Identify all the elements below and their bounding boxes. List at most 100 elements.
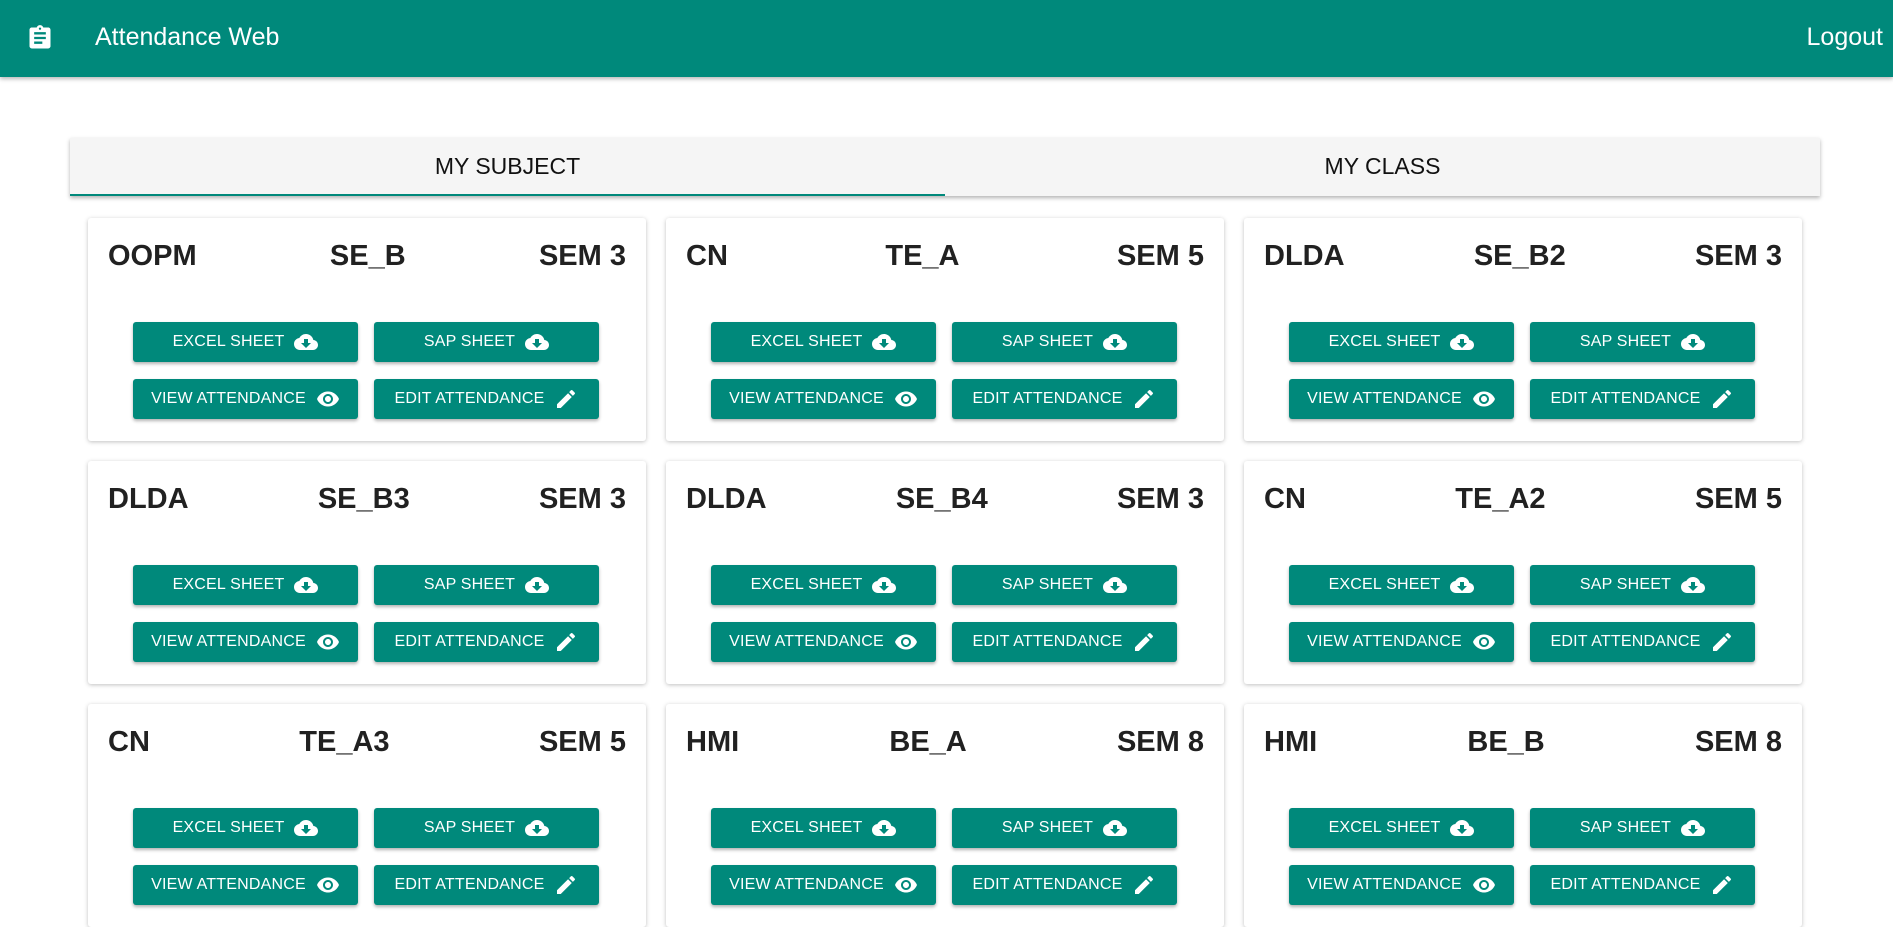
edit-attendance-button[interactable]: EDIT ATTENDANCE <box>952 865 1177 905</box>
app-bar: Attendance Web Logout <box>0 0 1893 77</box>
view-attendance-button[interactable]: VIEW ATTENDANCE <box>133 379 358 419</box>
subject-card: CN TE_A2 SEM 5 EXCEL SHEET SAP SHEET VIE… <box>1244 461 1802 684</box>
edit-attendance-button[interactable]: EDIT ATTENDANCE <box>952 622 1177 662</box>
semester: SEM 3 <box>538 483 626 515</box>
sap-sheet-button[interactable]: SAP SHEET <box>952 565 1177 605</box>
subject-card: CN TE_A3 SEM 5 EXCEL SHEET SAP SHEET VIE… <box>88 704 646 927</box>
cloud-download-icon <box>525 573 550 597</box>
view-attendance-label: VIEW ATTENDANCE <box>151 390 306 407</box>
semester: SEM 3 <box>1116 483 1204 515</box>
eye-icon <box>316 387 340 411</box>
semester: SEM 5 <box>538 726 626 758</box>
edit-attendance-button[interactable]: EDIT ATTENDANCE <box>952 379 1177 419</box>
subject-card: CN TE_A SEM 5 EXCEL SHEET SAP SHEET VIEW… <box>666 218 1224 441</box>
view-attendance-button[interactable]: VIEW ATTENDANCE <box>711 865 936 905</box>
semester: SEM 8 <box>1694 726 1782 758</box>
class-name: BE_B <box>1467 726 1545 758</box>
pencil-icon <box>1710 630 1734 654</box>
edit-attendance-label: EDIT ATTENDANCE <box>972 390 1123 407</box>
cloud-download-icon <box>872 573 897 597</box>
sap-sheet-button[interactable]: SAP SHEET <box>374 322 599 362</box>
sap-sheet-button[interactable]: SAP SHEET <box>1530 565 1755 605</box>
subject-name: DLDA <box>1264 240 1345 272</box>
sap-sheet-button[interactable]: SAP SHEET <box>952 808 1177 848</box>
view-attendance-label: VIEW ATTENDANCE <box>1307 633 1462 650</box>
card-actions: EXCEL SHEET SAP SHEET VIEW ATTENDANCE ED… <box>711 322 1177 419</box>
cloud-download-icon <box>1450 573 1475 597</box>
class-name: SE_B4 <box>895 483 988 515</box>
tab-my-class[interactable]: MY CLASS <box>945 138 1820 196</box>
excel-sheet-button[interactable]: EXCEL SHEET <box>711 808 936 848</box>
excel-sheet-button[interactable]: EXCEL SHEET <box>133 322 358 362</box>
sap-sheet-label: SAP SHEET <box>423 576 516 593</box>
excel-sheet-label: EXCEL SHEET <box>750 333 863 350</box>
edit-attendance-button[interactable]: EDIT ATTENDANCE <box>374 865 599 905</box>
excel-sheet-button[interactable]: EXCEL SHEET <box>711 322 936 362</box>
card-header: DLDA SE_B4 SEM 3 <box>686 481 1204 517</box>
sap-sheet-button[interactable]: SAP SHEET <box>1530 322 1755 362</box>
card-actions: EXCEL SHEET SAP SHEET VIEW ATTENDANCE ED… <box>711 808 1177 905</box>
view-attendance-label: VIEW ATTENDANCE <box>1307 876 1462 893</box>
view-attendance-button[interactable]: VIEW ATTENDANCE <box>1289 865 1514 905</box>
pencil-icon <box>1710 873 1734 897</box>
pencil-icon <box>1132 387 1156 411</box>
sap-sheet-label: SAP SHEET <box>1579 576 1672 593</box>
pencil-icon <box>1710 387 1734 411</box>
edit-attendance-button[interactable]: EDIT ATTENDANCE <box>1530 379 1755 419</box>
class-name: SE_B <box>329 240 406 272</box>
pencil-icon <box>1132 873 1156 897</box>
tab-bar: MY SUBJECT MY CLASS <box>70 138 1820 196</box>
class-name: SE_B3 <box>317 483 410 515</box>
excel-sheet-button[interactable]: EXCEL SHEET <box>1289 808 1514 848</box>
excel-sheet-button[interactable]: EXCEL SHEET <box>711 565 936 605</box>
semester: SEM 3 <box>538 240 626 272</box>
cloud-download-icon <box>294 330 319 354</box>
view-attendance-button[interactable]: VIEW ATTENDANCE <box>133 622 358 662</box>
view-attendance-button[interactable]: VIEW ATTENDANCE <box>711 622 936 662</box>
edit-attendance-label: EDIT ATTENDANCE <box>1550 876 1701 893</box>
subject-name: OOPM <box>108 240 197 272</box>
subject-name: HMI <box>686 726 740 758</box>
excel-sheet-label: EXCEL SHEET <box>1328 333 1441 350</box>
pencil-icon <box>1132 630 1156 654</box>
subject-card: DLDA SE_B2 SEM 3 EXCEL SHEET SAP SHEET V… <box>1244 218 1802 441</box>
edit-attendance-button[interactable]: EDIT ATTENDANCE <box>374 379 599 419</box>
cloud-download-icon <box>525 330 550 354</box>
semester: SEM 5 <box>1116 240 1204 272</box>
subject-name: CN <box>108 726 150 758</box>
view-attendance-button[interactable]: VIEW ATTENDANCE <box>133 865 358 905</box>
semester: SEM 3 <box>1694 240 1782 272</box>
card-actions: EXCEL SHEET SAP SHEET VIEW ATTENDANCE ED… <box>1289 565 1755 662</box>
cloud-download-icon <box>525 816 550 840</box>
semester: SEM 8 <box>1116 726 1204 758</box>
card-header: DLDA SE_B3 SEM 3 <box>108 481 626 517</box>
excel-sheet-button[interactable]: EXCEL SHEET <box>1289 565 1514 605</box>
tab-my-subject[interactable]: MY SUBJECT <box>70 138 945 196</box>
logout-link[interactable]: Logout <box>1807 22 1883 52</box>
subject-name: DLDA <box>108 483 189 515</box>
sap-sheet-label: SAP SHEET <box>1001 333 1094 350</box>
excel-sheet-button[interactable]: EXCEL SHEET <box>133 565 358 605</box>
view-attendance-button[interactable]: VIEW ATTENDANCE <box>711 379 936 419</box>
sap-sheet-label: SAP SHEET <box>423 819 516 836</box>
subject-name: HMI <box>1264 726 1318 758</box>
view-attendance-button[interactable]: VIEW ATTENDANCE <box>1289 622 1514 662</box>
edit-attendance-button[interactable]: EDIT ATTENDANCE <box>1530 865 1755 905</box>
edit-attendance-label: EDIT ATTENDANCE <box>972 876 1123 893</box>
excel-sheet-button[interactable]: EXCEL SHEET <box>133 808 358 848</box>
edit-attendance-button[interactable]: EDIT ATTENDANCE <box>374 622 599 662</box>
edit-attendance-button[interactable]: EDIT ATTENDANCE <box>1530 622 1755 662</box>
semester: SEM 5 <box>1694 483 1782 515</box>
sap-sheet-button[interactable]: SAP SHEET <box>374 808 599 848</box>
view-attendance-button[interactable]: VIEW ATTENDANCE <box>1289 379 1514 419</box>
sap-sheet-button[interactable]: SAP SHEET <box>374 565 599 605</box>
card-header: CN TE_A SEM 5 <box>686 238 1204 274</box>
view-attendance-label: VIEW ATTENDANCE <box>729 390 884 407</box>
card-actions: EXCEL SHEET SAP SHEET VIEW ATTENDANCE ED… <box>133 808 599 905</box>
sap-sheet-button[interactable]: SAP SHEET <box>1530 808 1755 848</box>
card-header: HMI BE_B SEM 8 <box>1264 724 1782 760</box>
sap-sheet-label: SAP SHEET <box>1001 819 1094 836</box>
sap-sheet-button[interactable]: SAP SHEET <box>952 322 1177 362</box>
card-actions: EXCEL SHEET SAP SHEET VIEW ATTENDANCE ED… <box>133 322 599 419</box>
excel-sheet-button[interactable]: EXCEL SHEET <box>1289 322 1514 362</box>
